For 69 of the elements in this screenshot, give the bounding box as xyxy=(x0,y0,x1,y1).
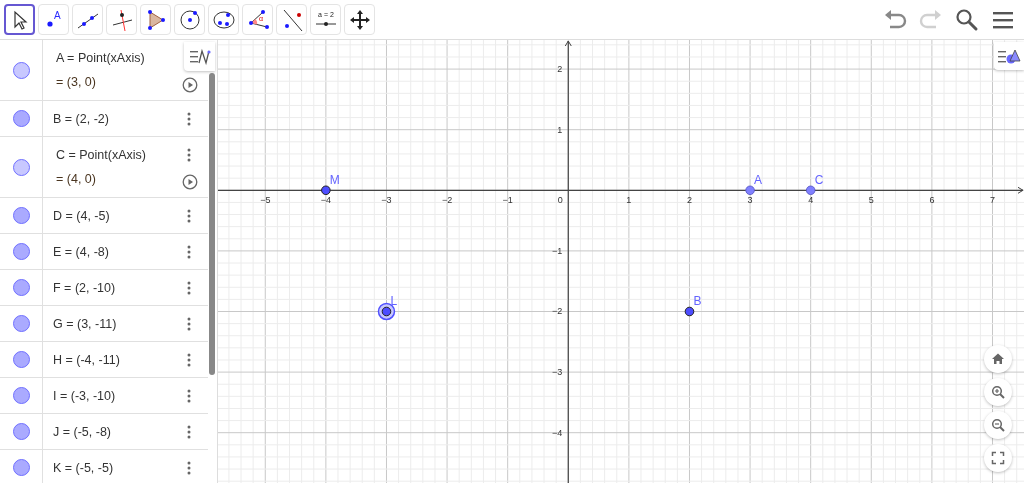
y-tick-label: −1 xyxy=(552,245,563,256)
x-tick-label: −3 xyxy=(381,195,392,206)
visibility-toggle[interactable] xyxy=(12,110,30,127)
definition-text: C = Point(xAxis) xyxy=(56,148,146,162)
visibility-toggle[interactable] xyxy=(12,387,30,404)
play-button[interactable] xyxy=(182,77,198,93)
point-label: M xyxy=(329,173,340,188)
search-icon xyxy=(954,6,980,33)
visibility-toggle[interactable] xyxy=(12,459,30,476)
definition-text: A = Point(xAxis) xyxy=(56,51,145,65)
point-label: B xyxy=(693,294,702,309)
x-tick-label: 5 xyxy=(868,195,874,206)
zoom-in-icon xyxy=(991,385,1005,399)
style-bar-button[interactable] xyxy=(184,42,215,71)
x-tick-label: −4 xyxy=(320,195,331,206)
definition-text: B = (2, -2) xyxy=(53,111,109,126)
tool-button[interactable]: A xyxy=(38,4,69,35)
x-tick-label: −2 xyxy=(441,195,453,206)
point[interactable] xyxy=(381,306,392,317)
definition-text: J = (-5, -8) xyxy=(53,424,111,439)
visibility-toggle[interactable] xyxy=(12,61,30,79)
y-tick-label: −3 xyxy=(552,367,563,378)
definition-text: E = (4, -8) xyxy=(53,244,109,259)
y-tick-label: 2 xyxy=(557,64,563,75)
visibility-toggle[interactable] xyxy=(12,423,30,440)
x-tick-label: 7 xyxy=(990,195,995,206)
zoom-out-icon xyxy=(991,418,1005,432)
y-tick-label: −2 xyxy=(552,306,563,317)
definition-text: K = (-5, -5) xyxy=(53,460,114,475)
visibility-toggle[interactable] xyxy=(12,243,30,260)
play-button[interactable] xyxy=(182,174,198,190)
home-button[interactable] xyxy=(984,345,1012,373)
point[interactable] xyxy=(684,306,695,317)
definition-text: D = (4, -5) xyxy=(53,208,110,223)
value-text: = (3, 0) xyxy=(56,75,96,89)
visibility-toggle[interactable] xyxy=(12,351,30,368)
zoom-in-button[interactable] xyxy=(984,378,1012,406)
x-tick-label: 3 xyxy=(747,195,753,206)
play-icon xyxy=(182,174,198,190)
zoom-out-button[interactable] xyxy=(984,411,1012,439)
tool-button[interactable] xyxy=(4,4,35,35)
x-tick-label: 2 xyxy=(686,195,692,206)
y-tick-label: 1 xyxy=(557,124,563,135)
origin-label: 0 xyxy=(557,195,563,206)
visibility-toggle[interactable] xyxy=(12,158,30,176)
fullscreen-icon xyxy=(991,451,1005,465)
visibility-toggle[interactable] xyxy=(12,279,30,296)
scrollbar-thumb[interactable] xyxy=(209,73,215,375)
x-tick-label: 4 xyxy=(808,195,814,206)
visibility-toggle[interactable] xyxy=(12,207,30,224)
visibility-toggle[interactable] xyxy=(12,315,30,332)
point-label: L xyxy=(390,294,398,309)
x-tick-label: −1 xyxy=(502,195,513,206)
x-tick-label: 6 xyxy=(929,195,935,206)
x-tick-label: −5 xyxy=(260,195,271,206)
style-bar-button[interactable] xyxy=(994,42,1024,70)
point-label: C xyxy=(814,173,824,188)
point-label: A xyxy=(754,173,763,188)
y-tick-label: −4 xyxy=(552,427,563,438)
definition-text: G = (3, -11) xyxy=(53,316,117,331)
play-icon xyxy=(182,77,198,93)
fullscreen-button[interactable] xyxy=(984,444,1012,472)
definition-text: F = (2, -10) xyxy=(53,280,116,295)
x-tick-label: 1 xyxy=(626,195,632,206)
home-icon xyxy=(991,352,1005,366)
point[interactable] xyxy=(321,185,331,196)
value-text: = (4, 0) xyxy=(56,172,96,186)
definition-text: I = (-3, -10) xyxy=(53,388,116,403)
definition-text: H = (-4, -11) xyxy=(53,352,120,367)
